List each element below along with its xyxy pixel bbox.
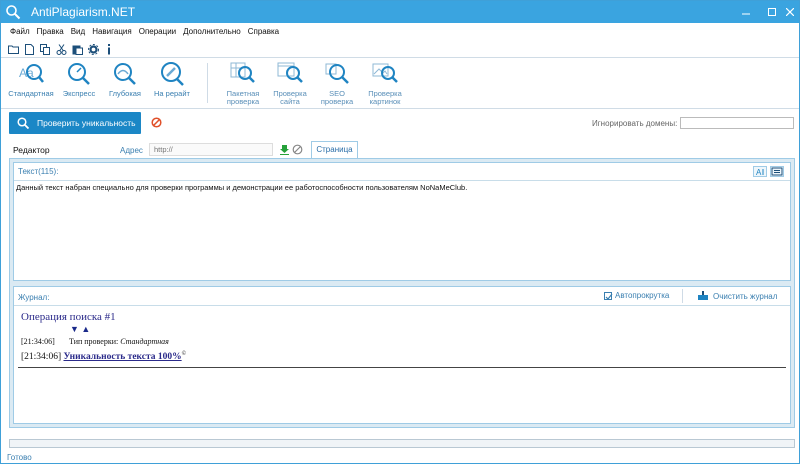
title-bar: AntiPlagiarism.NET xyxy=(1,1,799,23)
batch-check-button[interactable]: Пакетная проверка xyxy=(216,61,270,106)
check-uniqueness-label: Проверить уникальность xyxy=(37,118,136,128)
menu-help[interactable]: Справка xyxy=(245,25,283,39)
new-doc-icon[interactable] xyxy=(23,43,35,55)
seo-check-label-line2: проверка xyxy=(320,97,354,106)
window-title: AntiPlagiarism.NET xyxy=(31,5,136,19)
log-type-prefix: Тип проверки: xyxy=(69,337,119,346)
stop-icon[interactable] xyxy=(151,117,162,128)
clear-journal-label: Очистить журнал xyxy=(713,291,778,301)
check-uniqueness-button[interactable]: Проверить уникальность xyxy=(9,112,141,134)
ribbon-separator xyxy=(207,63,208,103)
app-window: AntiPlagiarism.NET Файл Правка Вид Навиг… xyxy=(0,0,800,464)
seo-check-icon xyxy=(325,63,349,84)
rewrite-check-button[interactable]: На рерайт xyxy=(145,61,199,98)
deep-check-label: Глубокая xyxy=(109,89,141,98)
menu-operations[interactable]: Операции xyxy=(136,25,180,39)
download-icon[interactable] xyxy=(279,144,290,155)
autoscroll-label: Автопрокрутка xyxy=(615,291,670,300)
rewrite-check-label: На рерайт xyxy=(154,89,190,98)
progress-bar xyxy=(9,439,795,448)
log-entry-result: [21:34:06] Уникальность текста 100%© xyxy=(21,351,186,362)
app-logo-icon xyxy=(6,5,21,20)
menu-view[interactable]: Вид xyxy=(68,25,89,39)
log-entry-time: [21:34:06] xyxy=(21,337,55,346)
paste-icon[interactable] xyxy=(71,43,83,55)
settings-icon[interactable] xyxy=(87,43,99,55)
menu-extra[interactable]: Дополнительно xyxy=(180,25,245,39)
log-divider xyxy=(18,367,786,368)
copy-icon[interactable] xyxy=(39,43,51,55)
address-label: Адрес xyxy=(120,146,143,155)
image-check-label-line2: картинок xyxy=(369,97,401,106)
clear-address-icon[interactable] xyxy=(292,144,303,155)
deep-check-icon xyxy=(114,63,136,85)
open-folder-icon[interactable] xyxy=(7,43,19,55)
text-editor-panel: Текст(115): A Данный текст набран специа… xyxy=(13,162,791,281)
ignore-domains-label: Игнорировать домены: xyxy=(592,119,678,128)
address-input[interactable] xyxy=(149,143,273,156)
batch-check-label-line2: проверка xyxy=(226,97,260,106)
check-ribbon: Aa Стандартная Экспресс Глубокая На рера… xyxy=(1,59,799,107)
menu-bar: Файл Правка Вид Навигация Операции Допол… xyxy=(1,25,799,39)
text-view-icon[interactable] xyxy=(770,166,784,177)
ribbon-divider xyxy=(1,108,799,109)
search-icon xyxy=(17,117,29,129)
copyright-mark: © xyxy=(181,351,187,357)
editor-tab-label: Редактор xyxy=(13,145,50,155)
uniqueness-result-link[interactable]: Уникальность текста 100% xyxy=(63,352,181,362)
text-header-divider xyxy=(14,180,790,181)
minimize-button[interactable] xyxy=(735,1,757,23)
standard-check-label: Стандартная xyxy=(8,89,54,98)
journal-tools-separator xyxy=(682,289,683,303)
operation-title: Операция поиска #1 xyxy=(21,311,116,323)
font-size-icon[interactable]: A xyxy=(753,166,767,177)
site-check-icon xyxy=(277,62,303,83)
clear-journal-icon xyxy=(698,291,708,300)
log-entry-type: [21:34:06] Тип проверки: Стандартная xyxy=(21,337,169,346)
deep-check-button[interactable]: Глубокая xyxy=(98,61,152,98)
status-text: Готово xyxy=(7,453,32,462)
tab-underline xyxy=(9,158,795,159)
standard-check-icon: Aa xyxy=(19,64,44,83)
text-input-area[interactable]: Данный текст набран специально для прове… xyxy=(16,183,467,192)
rewrite-check-icon xyxy=(161,62,184,86)
menu-file[interactable]: Файл xyxy=(7,25,34,39)
minimize-icon xyxy=(742,13,750,15)
site-check-button[interactable]: Проверка сайта xyxy=(263,61,317,106)
journal-header-divider xyxy=(14,305,790,306)
svg-text:A: A xyxy=(756,168,762,176)
seo-check-button[interactable]: SEO проверка xyxy=(310,61,364,106)
express-check-icon xyxy=(68,63,90,85)
toolbar-divider xyxy=(1,57,799,58)
image-check-button[interactable]: Проверка картинок xyxy=(358,61,412,106)
autoscroll-checkbox[interactable]: Автопрокрутка xyxy=(604,291,669,300)
log-result-time: [21:34:06] xyxy=(21,352,62,363)
page-tab[interactable]: Страница xyxy=(311,141,358,158)
journal-header: Журнал: xyxy=(18,293,50,302)
autoscroll-check-icon xyxy=(604,291,613,300)
maximize-icon xyxy=(768,8,776,16)
text-header: Текст(115): xyxy=(18,167,59,176)
close-button[interactable] xyxy=(779,1,800,23)
batch-check-icon xyxy=(230,62,255,83)
expand-collapse-arrows[interactable]: ▼ ▲ xyxy=(70,324,90,334)
quick-toolbar xyxy=(7,42,115,56)
clear-journal-button[interactable]: Очистить журнал xyxy=(697,291,777,301)
log-type-value: Стандартная xyxy=(120,337,169,346)
cut-icon[interactable] xyxy=(55,43,67,55)
image-check-icon xyxy=(372,63,398,83)
text-tools: A xyxy=(753,166,784,177)
close-icon xyxy=(786,8,794,16)
standard-check-button[interactable]: Aa Стандартная xyxy=(4,61,58,98)
ignore-domains-input[interactable] xyxy=(680,117,794,129)
journal-panel: Журнал: Автопрокрутка Очистить журнал Оп… xyxy=(13,286,791,424)
menu-edit[interactable]: Правка xyxy=(34,25,68,39)
menu-navigation[interactable]: Навигация xyxy=(89,25,136,39)
site-check-label-line2: сайта xyxy=(280,97,300,106)
info-icon[interactable] xyxy=(103,43,115,55)
